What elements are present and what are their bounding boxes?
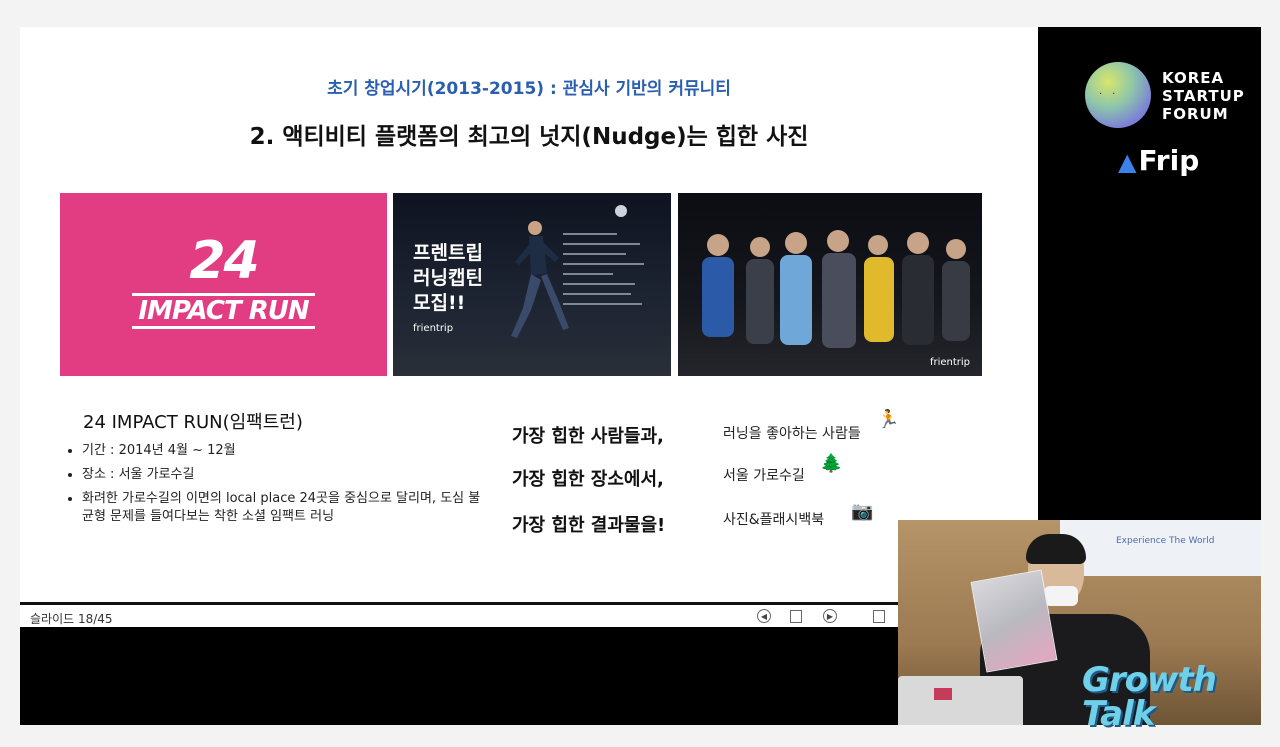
tree-icon: 🌲 [820,453,843,474]
ksf-line: KOREA [1162,69,1225,87]
slide-counter: 슬라이드 18/45 [30,612,113,626]
laptop [898,676,1023,725]
ksf-logo-orb: ·· [1085,62,1151,128]
hip-line: 가장 힙한 결과물을! [512,515,666,536]
logo-text: IMPACT RUN [132,293,315,329]
runner-silhouette [511,221,569,338]
ksf-line: FORUM [1162,105,1229,123]
section-heading: 24 IMPACT RUN(임팩트런) [83,412,303,433]
laptop-sticker [934,688,952,700]
next-slide-button[interactable]: ▶ [823,609,837,623]
ksf-line: STARTUP [1162,87,1245,105]
running-captain-poster-image: 프렌트립 러닝캡틴 모집!! frientrip [393,193,671,376]
hip-line: 가장 힙한 사람들과, [512,426,664,447]
poster-fine-print [563,233,653,313]
poster-line: 모집!! [413,292,466,314]
branding-panel: ·· KOREA STARTUP FORUM ▲Frip [1038,27,1261,520]
presenter-mask [1044,586,1078,606]
bullet-item: 기간 : 2014년 4월 ~ 12월 [82,442,482,460]
group-photo-image: frientrip [678,193,982,376]
poster-line: 프렌트립 [413,242,483,264]
prev-slide-button[interactable]: ◀ [757,609,771,623]
poster-brand-label: frientrip [413,323,454,334]
viewer-toolbar: 슬라이드 18/45 ◀ ▶ [20,602,900,627]
group-photo-brand-label: frientrip [929,357,970,368]
slide-sorter-button[interactable] [790,610,802,623]
runner-icon: 🏃 [877,409,900,430]
note-text: 사진&플래시백북 [723,512,825,528]
growth-talk-sign: Growth Talk [1082,660,1217,734]
ksf-logo-text: KOREA STARTUP FORUM [1162,69,1245,123]
slide-subtitle: 초기 창업시기(2013-2015) : 관심사 기반의 커뮤니티 [327,79,731,99]
camera-icon: 📷 [851,501,874,522]
impact-run-logo: 24 IMPACT RUN [60,235,387,329]
frip-triangle-icon: ▲ [1118,148,1137,176]
presenter-hair [1026,534,1086,564]
slide-title: 2. 액티비티 플랫폼의 최고의 넛지(Nudge)는 힙한 사진 [249,124,809,150]
bullet-item: 화려한 가로수길의 이면의 local place 24곳을 중심으로 달리며,… [82,490,482,526]
note-text: 서울 가로수길 [723,468,805,484]
frip-wordmark: Frip [1138,144,1200,177]
fullscreen-button[interactable] [873,610,885,623]
slide: 초기 창업시기(2013-2015) : 관심사 기반의 커뮤니티 2. 액티비… [20,27,1038,602]
poster-headline: 프렌트립 러닝캡틴 모집!! [413,241,483,316]
moon-shape [615,205,627,217]
frip-logo: ▲Frip [1118,144,1199,177]
logo-number: 24 [189,231,259,291]
bullet-item: 장소 : 서울 가로수길 [82,466,482,484]
impact-run-logo-image: 24 IMPACT RUN [60,193,387,376]
poster-line: 러닝캡틴 [413,267,483,289]
bullet-list: 기간 : 2014년 4월 ~ 12월 장소 : 서울 가로수길 화려한 가로수… [58,442,482,532]
note-text: 러닝을 좋아하는 사람들 [723,426,861,442]
group-silhouettes [702,230,970,348]
hip-line: 가장 힙한 장소에서, [512,469,664,490]
